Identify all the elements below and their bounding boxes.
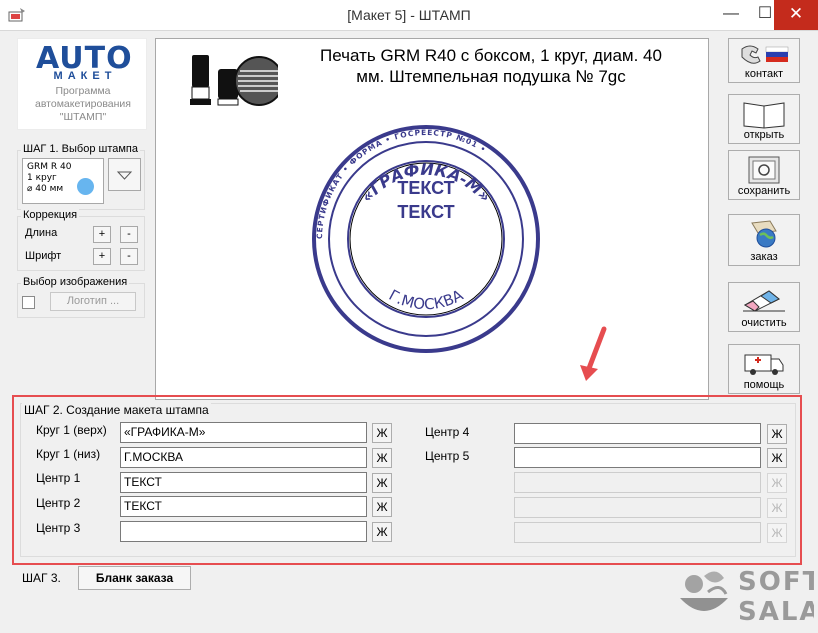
length-label: Длина <box>25 227 58 239</box>
contact-label: контакт <box>744 68 784 80</box>
disabled-field-2 <box>514 497 761 518</box>
step3-label: ШАГ 3. <box>22 571 61 585</box>
stamp-center-text-2: ТЕКСТ <box>397 202 454 222</box>
logo-maket-text: МАКЕТ <box>53 70 117 82</box>
center3-label: Центр 3 <box>36 521 81 535</box>
center4-bold-button[interactable]: Ж <box>767 424 787 444</box>
eraser-icon <box>743 290 785 312</box>
step1-title: ШАГ 1. Выбор штампа <box>21 143 140 155</box>
order-label: заказ <box>750 251 778 263</box>
center5-input[interactable] <box>514 447 761 468</box>
contact-button[interactable]: контакт <box>728 38 800 83</box>
disabled-bold-button-3: Ж <box>767 523 787 543</box>
stamp-preview: Печать GRM R40 с боксом, 1 круг, диам. 4… <box>155 38 709 400</box>
circle1-bottom-input[interactable]: Г.МОСКВА <box>120 447 367 468</box>
help-label: помощь <box>743 379 785 391</box>
close-button[interactable]: ✕ <box>774 0 818 30</box>
open-button[interactable]: открыть <box>728 94 800 144</box>
logo-checkbox[interactable] <box>22 296 35 309</box>
stamp-product-icon <box>190 55 278 106</box>
stamp-color-dot <box>77 178 94 195</box>
save-label: сохранить <box>737 185 791 197</box>
phone-flag-icon <box>741 45 789 64</box>
correction-title: Коррекция <box>21 209 80 221</box>
center2-label: Центр 2 <box>36 496 81 510</box>
center5-label: Центр 5 <box>425 449 470 463</box>
center1-bold-button[interactable]: Ж <box>372 473 392 493</box>
stamp-selector[interactable]: GRM R 40 1 круг ⌀ 40 мм <box>22 158 104 204</box>
safe-icon <box>748 156 780 184</box>
center3-input[interactable] <box>120 521 367 542</box>
center4-input[interactable] <box>514 423 761 444</box>
center1-label: Центр 1 <box>36 471 81 485</box>
font-plus-button[interactable]: + <box>93 248 111 265</box>
center1-input[interactable]: ТЕКСТ <box>120 472 367 493</box>
globe-icon <box>751 220 777 248</box>
clear-button[interactable]: очистить <box>728 282 800 332</box>
length-minus-button[interactable]: - <box>120 226 138 243</box>
title-bar: [Макет 5] - ШТАМП — ☐ ✕ <box>0 0 818 31</box>
disabled-field-3 <box>514 522 761 543</box>
logo-panel: AUTO МАКЕТ Программа автомакетирования "… <box>17 38 147 130</box>
triangle-down-icon <box>116 171 133 180</box>
image-title: Выбор изображения <box>21 276 130 288</box>
logo-subtitle: Программа автомакетирования "ШТАМП" <box>35 85 131 123</box>
circle1-top-input[interactable]: «ГРАФИКА-М» <box>120 422 367 443</box>
logo-button[interactable]: Логотип ... <box>50 292 136 311</box>
stamp-model: GRM R 40 <box>27 162 72 172</box>
watermark-salad: SALAD <box>738 597 814 627</box>
stamp-image: СЕРТИФИКАТ • ФОРМА • ГОСРЕЕСТР №01 • «ГР… <box>312 125 540 353</box>
window-title: [Макет 5] - ШТАМП <box>347 7 471 23</box>
center2-input[interactable]: ТЕКСТ <box>120 496 367 517</box>
step2-title: ШАГ 2. Создание макета штампа <box>22 403 211 417</box>
disabled-field-1 <box>514 472 761 493</box>
center5-bold-button[interactable]: Ж <box>767 448 787 468</box>
circle1-bottom-label: Круг 1 (низ) <box>36 447 101 461</box>
font-minus-button[interactable]: - <box>120 248 138 265</box>
red-arrow-icon <box>580 326 607 381</box>
open-label: открыть <box>743 129 785 141</box>
softsalad-watermark: SOFT SALAD <box>680 567 814 627</box>
disabled-bold-button-2: Ж <box>767 498 787 518</box>
clear-label: очистить <box>741 317 787 329</box>
preview-title: Печать GRM R40 с боксом, 1 круг, диам. 4… <box>320 46 662 86</box>
center3-bold-button[interactable]: Ж <box>372 522 392 542</box>
stamp-dropdown-button[interactable] <box>108 158 141 191</box>
order-button[interactable]: заказ <box>728 214 800 266</box>
length-plus-button[interactable]: + <box>93 226 111 243</box>
circle1-top-bold-button[interactable]: Ж <box>372 423 392 443</box>
save-button[interactable]: сохранить <box>728 150 800 200</box>
center2-bold-button[interactable]: Ж <box>372 497 392 517</box>
book-icon <box>743 102 785 129</box>
help-button[interactable]: помощь <box>728 344 800 394</box>
circle1-top-label: Круг 1 (верх) <box>36 423 107 437</box>
circle1-bottom-bold-button[interactable]: Ж <box>372 448 392 468</box>
order-form-button[interactable]: Бланк заказа <box>78 566 191 590</box>
stamp-center-text-1: ТЕКСТ <box>397 178 454 198</box>
center4-label: Центр 4 <box>425 425 470 439</box>
ambulance-icon <box>744 354 784 375</box>
minimize-button[interactable]: — <box>714 0 748 30</box>
font-label: Шрифт <box>25 250 62 262</box>
disabled-bold-button-1: Ж <box>767 473 787 493</box>
watermark-soft: SOFT <box>738 567 814 597</box>
